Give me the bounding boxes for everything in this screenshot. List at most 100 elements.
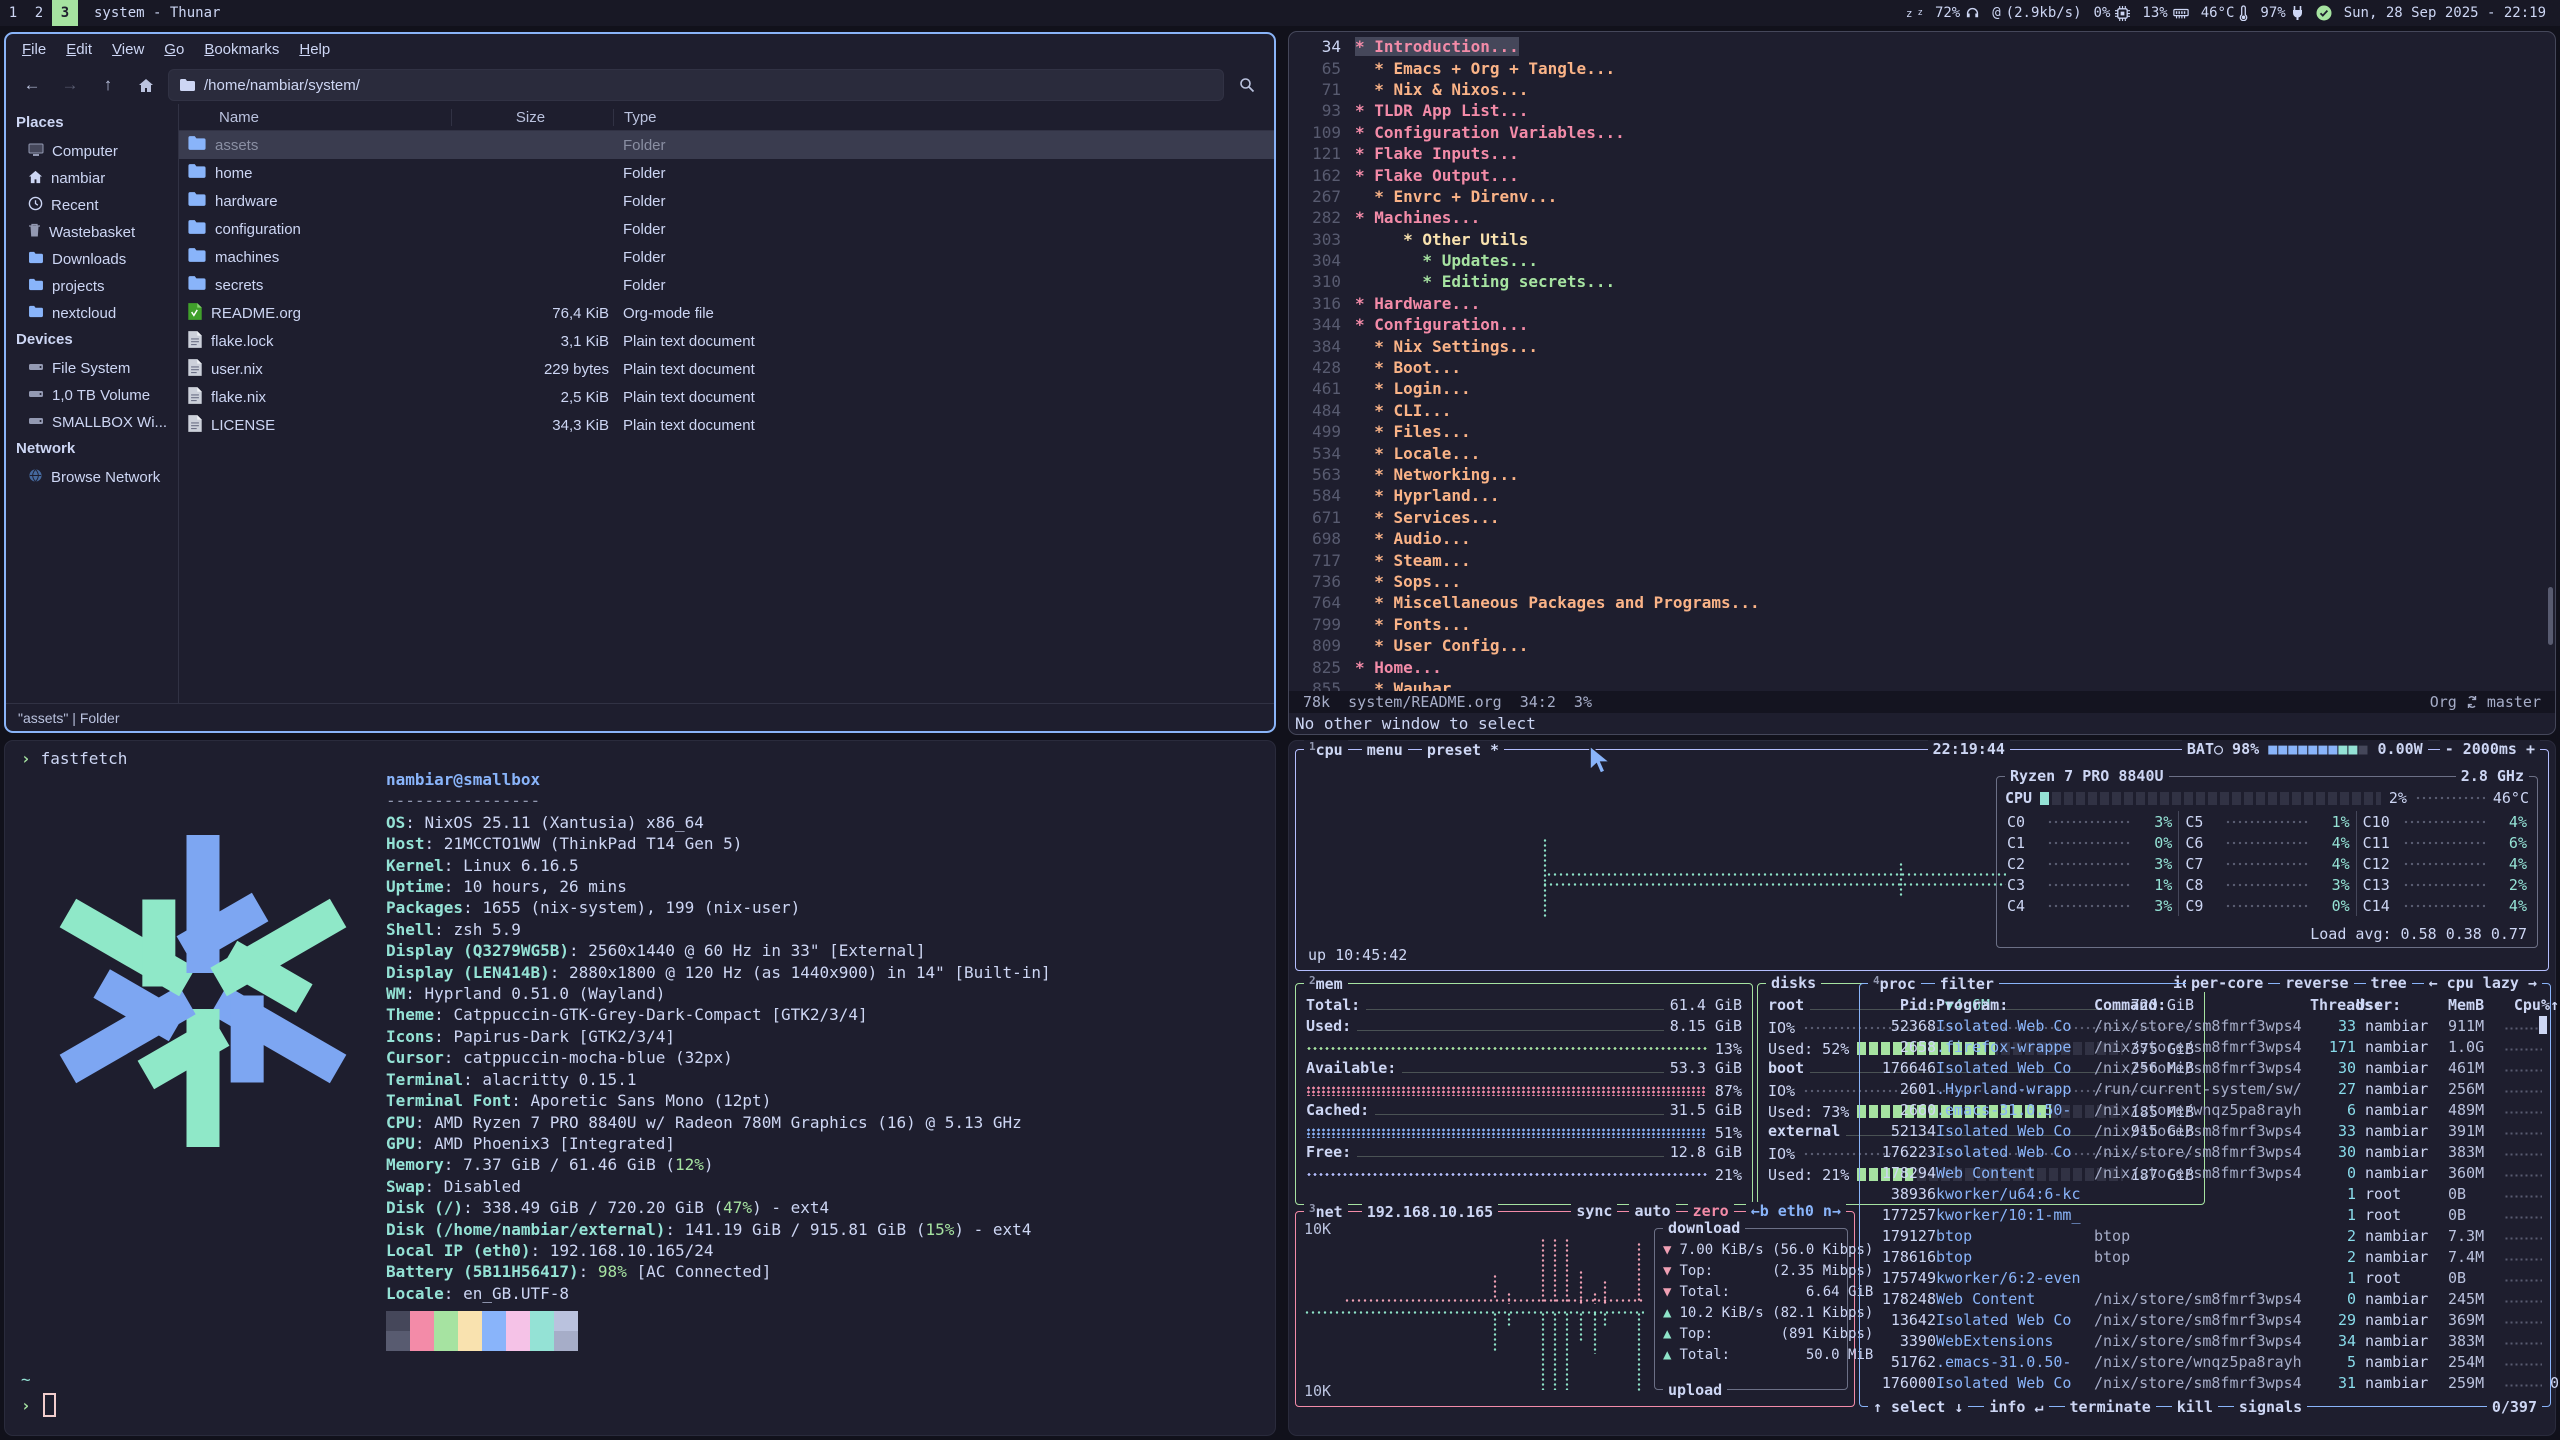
net-sync-button[interactable]: sync (1571, 1202, 1617, 1220)
proc-row[interactable]: 176646Isolated Web Co/nix/store/sm8fmrf3… (1860, 1057, 2550, 1078)
sidebar-item-projects[interactable]: projects (6, 273, 178, 300)
file-row-assets[interactable]: assetsFolder (179, 131, 1274, 159)
proc-row[interactable]: 176223Isolated Web Co/nix/store/sm8fmrf3… (1860, 1141, 2550, 1162)
battery-indicator[interactable]: 97% (2260, 5, 2303, 21)
proc-action-signals[interactable]: signals (2234, 1398, 2307, 1416)
up-button[interactable]: ↑ (92, 70, 124, 100)
proc-action-info[interactable]: info ↵ (1984, 1398, 2048, 1416)
net-interface-switch[interactable]: ←b eth0 n→ (1746, 1202, 1846, 1220)
sidebar-item-1-0-tb-volume[interactable]: 1,0 TB Volume (6, 382, 178, 409)
proc-col-7[interactable]: ↑ (2550, 996, 2560, 1014)
proc-per-core-button[interactable]: per-core (2186, 974, 2268, 992)
sidebar-item-recent[interactable]: Recent (6, 192, 178, 219)
proc-action-kill[interactable]: kill (2172, 1398, 2218, 1416)
proc-row[interactable]: 178248Web Content/nix/store/sm8fmrf3wps4… (1860, 1288, 2550, 1309)
menu-file[interactable]: File (14, 39, 54, 60)
shell-prompt[interactable]: › (21, 1393, 56, 1417)
file-row-readme-org[interactable]: README.org76,4 KiBOrg-mode file (179, 299, 1274, 327)
file-row-configuration[interactable]: configurationFolder (179, 215, 1274, 243)
proc-col-2[interactable]: Command: (2094, 996, 2310, 1014)
workspace-button-2[interactable]: 2 (26, 0, 52, 26)
proc-row[interactable]: 177257kworker/10:1-mm_1 root0B0.0 (1860, 1204, 2550, 1225)
proc-action-select[interactable]: ↑ select ↓ (1868, 1398, 1968, 1416)
back-button[interactable]: ← (16, 70, 48, 100)
proc-row[interactable]: 3390WebExtensions/nix/store/sm8fmrf3wps4… (1860, 1330, 2550, 1351)
cpu-indicator[interactable]: 0% (2094, 5, 2131, 21)
volume-indicator[interactable]: 72% (1935, 5, 1980, 21)
proc-row[interactable]: 178616btopbtop2 nambiar7.4M0.0 (1860, 1246, 2550, 1267)
systemd-status-icon[interactable] (2316, 5, 2332, 21)
proc-row[interactable]: 176000Isolated Web Co/nix/store/sm8fmrf3… (1860, 1372, 2550, 1393)
mem-box-label: 2mem (1304, 974, 1348, 993)
menu-button[interactable]: menu (1362, 741, 1408, 759)
fastfetch-terminal[interactable]: › fastfetch nambiar@smallbox------------… (4, 740, 1276, 1436)
path-bar[interactable]: /home/nambiar/system/ (168, 69, 1224, 101)
net-auto-button[interactable]: auto (1629, 1202, 1675, 1220)
file-row-hardware[interactable]: hardwareFolder (179, 187, 1274, 215)
proc-scrollbar[interactable] (2539, 1016, 2547, 1034)
file-row-license[interactable]: LICENSE34,3 KiBPlain text document (179, 411, 1274, 439)
proc-row[interactable]: 52134Isolated Web Co/nix/store/sm8fmrf3w… (1860, 1120, 2550, 1141)
proc-row[interactable]: 52368Isolated Web Co/nix/store/sm8fmrf3w… (1860, 1015, 2550, 1036)
sidebar-item-smallbox-wi-[interactable]: SMALLBOX Wi... (6, 409, 178, 436)
home-button[interactable] (130, 70, 162, 100)
proc-row[interactable]: 38936kworker/u64:6-kc1 root0B0.0 (1860, 1183, 2550, 1204)
proc-reverse-button[interactable]: reverse (2280, 974, 2353, 992)
proc-tree-button[interactable]: tree (2366, 974, 2412, 992)
sidebar-item-downloads[interactable]: Downloads (6, 246, 178, 273)
file-list-header[interactable]: Name Size Type (179, 104, 1274, 131)
workspace-button-1[interactable]: 1 (0, 0, 26, 26)
sidebar-item-nambiar[interactable]: nambiar (6, 165, 178, 192)
proc-col-4[interactable]: User: (2356, 996, 2448, 1014)
temperature-indicator[interactable]: 46°C (2201, 5, 2249, 21)
column-type[interactable]: Type (613, 109, 1274, 126)
sidebar-item-browse-network[interactable]: Browse Network (6, 464, 178, 491)
proc-row[interactable]: 175749kworker/6:2-even1 root0B0.0 (1860, 1267, 2550, 1288)
proc-row[interactable]: 178294Web Content/nix/store/sm8fmrf3wps4… (1860, 1162, 2550, 1183)
net-zero-button[interactable]: zero (1688, 1202, 1734, 1220)
menu-bookmarks[interactable]: Bookmarks (196, 39, 287, 60)
column-size[interactable]: Size (451, 109, 609, 126)
idle-inhibitor-icon[interactable]: zz (1906, 7, 1923, 20)
proc-col-6[interactable]: Cpu% (2504, 996, 2550, 1014)
proc-col-0[interactable]: Pid: (1866, 996, 1936, 1014)
proc-action-terminate[interactable]: terminate (2065, 1398, 2156, 1416)
file-row-secrets[interactable]: secretsFolder (179, 271, 1274, 299)
workspace-button-3[interactable]: 3 (52, 0, 78, 26)
clock[interactable]: Sun, 28 Sep 2025 - 22:19 (2344, 5, 2546, 21)
proc-col-1[interactable]: Program: (1936, 996, 2094, 1014)
menu-help[interactable]: Help (291, 39, 338, 60)
update-interval-control[interactable]: - 2000ms + (2440, 740, 2540, 758)
proc-row[interactable]: 2601.Hyprland-wrapp/run/current-system/s… (1860, 1078, 2550, 1099)
sidebar-item-wastebasket[interactable]: Wastebasket (6, 219, 178, 246)
menu-edit[interactable]: Edit (58, 39, 100, 60)
file-row-flake-nix[interactable]: flake.nix2,5 KiBPlain text document (179, 383, 1274, 411)
search-button[interactable] (1230, 70, 1264, 100)
file-row-machines[interactable]: machinesFolder (179, 243, 1274, 271)
memory-indicator[interactable]: 13% (2142, 5, 2188, 21)
home-icon (138, 78, 154, 93)
proc-row[interactable]: 2660.emacs-31.0.50-/nix/store/wnqz5pa8ra… (1860, 1099, 2550, 1120)
file-row-flake-lock[interactable]: flake.lock3,1 KiBPlain text document (179, 327, 1274, 355)
proc-row[interactable]: 13642Isolated Web Co/nix/store/sm8fmrf3w… (1860, 1309, 2550, 1330)
proc-row[interactable]: 2658.firefox-wrappe/nix/store/sm8fmrf3wp… (1860, 1036, 2550, 1057)
sidebar-item-computer[interactable]: Computer (6, 138, 178, 165)
proc-sort-control[interactable]: ← cpu lazy → (2424, 974, 2542, 992)
emacs-scrollbar[interactable] (2548, 587, 2553, 645)
file-row-home[interactable]: homeFolder (179, 159, 1274, 187)
menu-go[interactable]: Go (156, 39, 192, 60)
menu-view[interactable]: View (104, 39, 152, 60)
proc-col-5[interactable]: MemB (2448, 996, 2504, 1014)
file-row-user-nix[interactable]: user.nix229 bytesPlain text document (179, 355, 1274, 383)
org-buffer[interactable]: 34* Introduction...65* Emacs + Org + Tan… (1289, 36, 2555, 699)
forward-button[interactable]: → (54, 70, 86, 100)
sidebar-item-file-system[interactable]: File System (6, 355, 178, 382)
filter-button[interactable]: filter (1935, 975, 1999, 993)
preset-button[interactable]: preset * (1422, 741, 1504, 759)
proc-col-3[interactable]: Threads: (2310, 996, 2356, 1014)
proc-row[interactable]: 51762.emacs-31.0.50-/nix/store/wnqz5pa8r… (1860, 1351, 2550, 1372)
proc-row[interactable]: 179127btopbtop2 nambiar7.3M0.0 (1860, 1225, 2550, 1246)
sidebar-item-nextcloud[interactable]: nextcloud (6, 300, 178, 327)
core-row-c7: C74% (2178, 853, 2355, 874)
network-indicator[interactable]: @ (2.9kb/s) (1992, 5, 2081, 21)
